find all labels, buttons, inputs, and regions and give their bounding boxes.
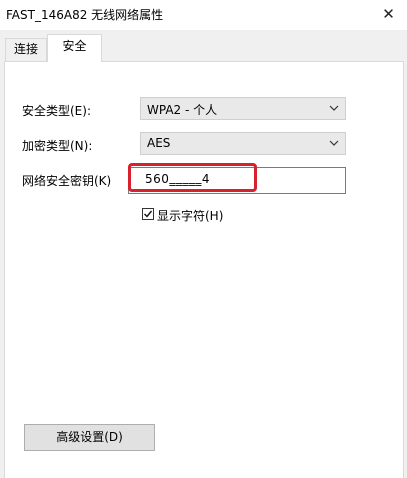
security-type-value: WPA2 - 个人: [147, 103, 218, 117]
close-icon: ✕: [382, 5, 395, 23]
advanced-settings-button[interactable]: 高级设置(D): [24, 424, 155, 451]
network-key-input[interactable]: 560‗‗‗‗‗4: [128, 167, 346, 194]
encryption-type-select[interactable]: AES: [140, 132, 346, 155]
show-characters-label[interactable]: 显示字符(H): [157, 207, 223, 224]
tab-connection[interactable]: 连接: [5, 38, 47, 61]
tab-connection-label: 连接: [13, 42, 38, 56]
tab-security[interactable]: 安全: [47, 34, 102, 62]
checkmark-icon: [144, 210, 153, 218]
chevron-down-icon: [329, 140, 339, 146]
window-title: FAST_146A82 无线网络属性: [6, 8, 164, 22]
show-characters-checkbox[interactable]: [142, 208, 154, 220]
network-key-value: 560‗‗‗‗‗4: [145, 172, 211, 186]
chevron-down-icon: [329, 105, 339, 111]
tab-security-label: 安全: [62, 39, 87, 53]
title-bar: FAST_146A82 无线网络属性 ✕: [0, 0, 407, 30]
encryption-type-value: AES: [147, 136, 171, 150]
close-button[interactable]: ✕: [370, 0, 407, 30]
security-type-select[interactable]: WPA2 - 个人: [140, 97, 346, 120]
security-panel: [4, 61, 404, 478]
